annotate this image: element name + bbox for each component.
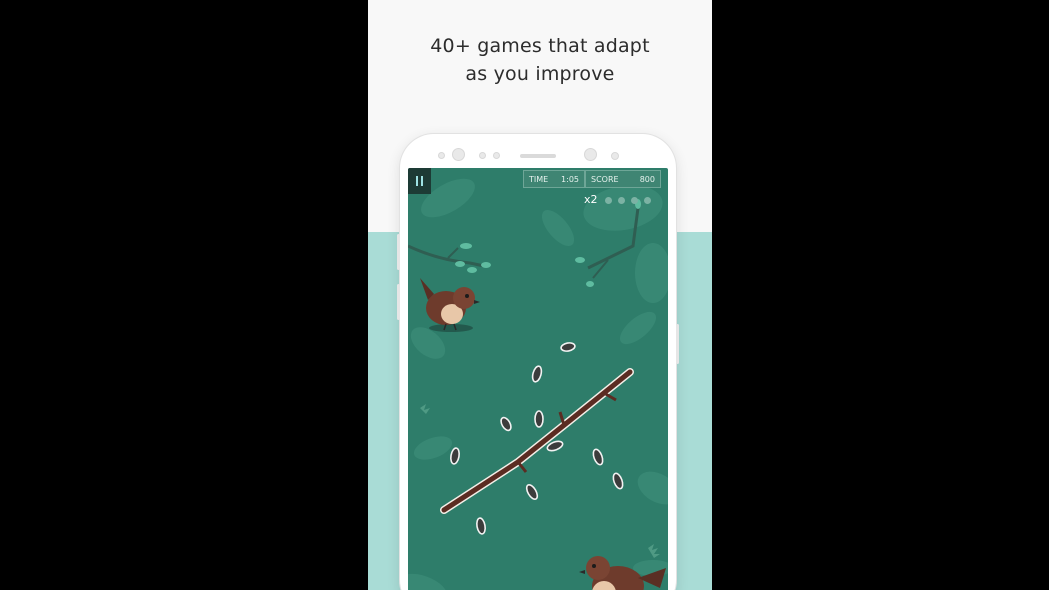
multiplier-dot — [631, 197, 638, 204]
stick — [440, 368, 634, 514]
seed — [534, 410, 544, 428]
phone-frame: TIME 1:05 SCORE 800 x2 — [397, 134, 679, 590]
seed — [450, 447, 460, 465]
volume-button — [397, 234, 400, 270]
sunflower-seeds — [450, 342, 624, 535]
earpiece-speaker — [520, 154, 556, 158]
promo-card: 40+ games that adapt as you improve TIME… — [368, 0, 712, 590]
multiplier-dot — [618, 197, 625, 204]
time-label: TIME — [529, 175, 549, 184]
seed — [525, 483, 539, 501]
left-branch — [408, 243, 491, 273]
volume-button-lower — [397, 284, 400, 320]
score-display: SCORE 800 — [585, 170, 661, 188]
seed — [531, 365, 543, 383]
pause-button[interactable] — [408, 168, 431, 194]
sensor-icon-3 — [493, 152, 500, 159]
iris-scanner-icon — [584, 148, 597, 161]
seed — [560, 342, 576, 352]
seed — [612, 472, 624, 490]
game-scene — [408, 178, 668, 590]
game-screen[interactable]: TIME 1:05 SCORE 800 x2 — [408, 168, 668, 590]
multiplier-label: x2 — [584, 193, 598, 206]
pause-icon-bar — [421, 176, 423, 186]
seed — [592, 448, 604, 466]
pause-icon — [416, 176, 418, 186]
time-value: 1:05 — [561, 175, 579, 184]
seed — [476, 517, 486, 535]
score-value: 800 — [639, 175, 655, 184]
power-button — [676, 324, 679, 364]
headline-line-1: 40+ games that adapt — [430, 35, 650, 57]
multiplier-dot — [605, 197, 612, 204]
sensor-icon-4 — [611, 152, 619, 160]
seed — [500, 416, 512, 432]
headline-line-2: as you improve — [465, 63, 615, 85]
score-label: SCORE — [591, 175, 619, 184]
bird-top — [420, 278, 480, 332]
multiplier-dot — [644, 197, 651, 204]
sensor-icon-2 — [479, 152, 486, 159]
time-display: TIME 1:05 — [523, 170, 585, 188]
front-camera-icon — [452, 148, 465, 161]
sensor-icon — [438, 152, 445, 159]
